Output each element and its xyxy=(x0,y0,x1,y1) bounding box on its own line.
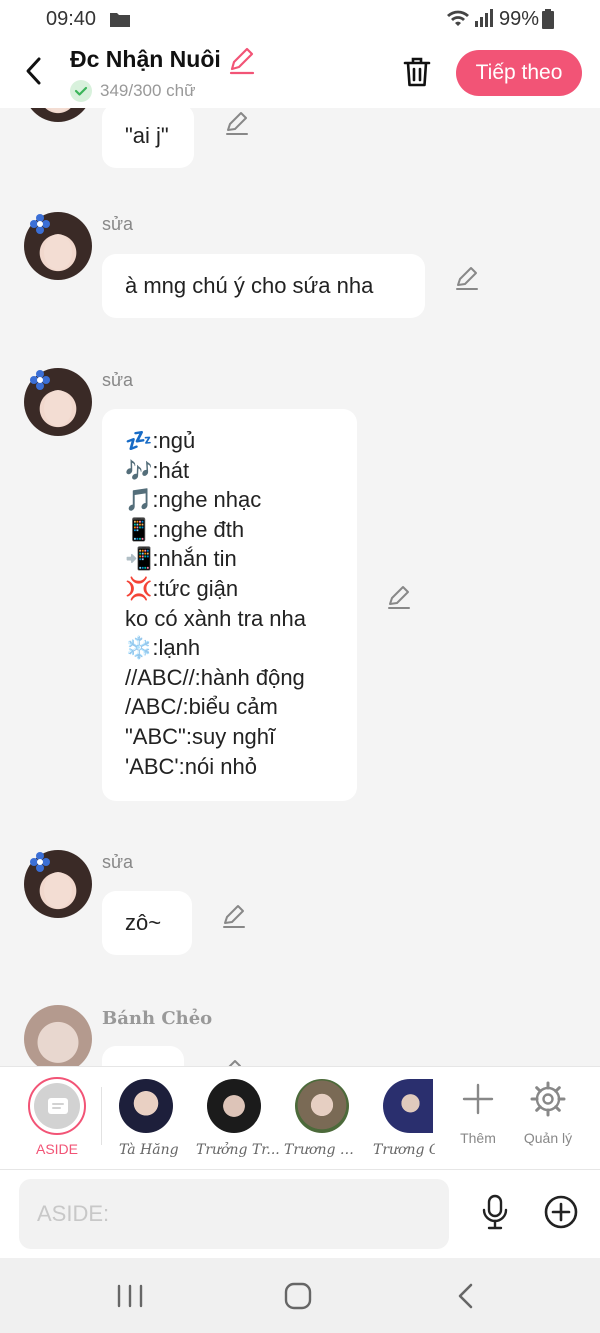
header: Đc Nhận Nuôi 349/300 chữ Tiếp theo xyxy=(0,40,600,108)
sender-name: sửa xyxy=(102,852,134,872)
flower-icon xyxy=(30,370,50,390)
flower-icon xyxy=(30,852,50,872)
wifi-icon xyxy=(447,10,469,26)
aside-icon xyxy=(48,1098,68,1114)
message-bubble[interactable]: 💤:ngủ 🎶:hát 🎵:nghe nhạc 📱:nghe đth 📲:nhắ… xyxy=(102,409,357,801)
message-line: 💤:ngủ xyxy=(125,428,196,453)
nav-back-icon[interactable] xyxy=(456,1282,476,1310)
mic-icon[interactable] xyxy=(480,1194,510,1230)
back-icon[interactable] xyxy=(20,56,48,86)
message-line: 📲:nhắn tin xyxy=(125,546,237,572)
signal-icon xyxy=(475,9,493,27)
message-line: ko có xành tra nha xyxy=(125,605,307,631)
page-title: Đc Nhận Nuôi xyxy=(70,46,221,72)
message-bubble[interactable]: zô~ xyxy=(102,891,192,955)
message-line: /ABC/:biểu cảm xyxy=(125,694,278,720)
message-input[interactable] xyxy=(19,1179,449,1249)
message-line: "ABC":suy nghĩ xyxy=(125,723,276,749)
avatar[interactable] xyxy=(24,1005,92,1066)
message-line: 🎶:hát xyxy=(125,457,190,483)
character-avatar[interactable] xyxy=(383,1079,433,1133)
next-button[interactable]: Tiếp theo xyxy=(456,50,582,96)
manage-label[interactable]: Quản lý xyxy=(518,1130,578,1146)
word-count: 349/300 chữ xyxy=(100,81,196,100)
more-label[interactable]: Thêm xyxy=(448,1130,508,1146)
message-line: 📱:nghe đth xyxy=(125,516,245,542)
sender-name: sửa xyxy=(102,214,134,234)
sender-name: sửa xyxy=(102,370,134,390)
message-bubble[interactable]: à mng chú ý cho sứa nha xyxy=(102,254,425,318)
message-line: 'ABC':nói nhỏ xyxy=(125,753,257,779)
message-bubble[interactable] xyxy=(102,1046,184,1066)
status-time: 09:40 xyxy=(46,8,97,30)
edit-pen-icon[interactable] xyxy=(454,265,480,291)
aside-label: ASIDE xyxy=(35,1141,78,1157)
flower-icon xyxy=(30,214,50,234)
message-bubble[interactable]: "ai j" xyxy=(102,108,194,168)
input-row xyxy=(0,1170,600,1258)
character-avatar[interactable] xyxy=(295,1079,349,1133)
avatar[interactable] xyxy=(24,108,92,122)
gear-icon[interactable] xyxy=(530,1081,566,1117)
edit-pen-icon[interactable] xyxy=(221,903,247,929)
message-line: ❄️:lạnh xyxy=(125,635,201,661)
character-name: Tà Hăng xyxy=(119,1142,179,1158)
add-circle-icon[interactable] xyxy=(543,1194,579,1230)
navigation-bar xyxy=(0,1258,600,1333)
aside-button[interactable] xyxy=(28,1077,86,1135)
character-name: Trương T... xyxy=(284,1142,358,1158)
status-bar: 09:40 99% xyxy=(0,0,600,40)
character-bar: ASIDE Tà Hăng Trưởng Tr... Trương T... T… xyxy=(0,1066,600,1170)
sender-name: Bánh Chẻo xyxy=(102,1008,213,1029)
message-line: 💢:tức giận xyxy=(125,575,239,601)
edit-pen-icon[interactable] xyxy=(218,1058,244,1066)
character-name: Trương C xyxy=(373,1142,435,1158)
plus-icon[interactable] xyxy=(462,1083,494,1115)
nav-home-icon[interactable] xyxy=(284,1282,312,1310)
battery-icon xyxy=(542,9,554,29)
character-avatar[interactable] xyxy=(119,1079,173,1133)
divider xyxy=(101,1087,102,1145)
nav-recent-icon[interactable] xyxy=(116,1284,144,1308)
pencil-icon[interactable] xyxy=(228,47,256,75)
edit-pen-icon[interactable] xyxy=(386,584,412,610)
folder-icon xyxy=(110,13,130,27)
check-icon xyxy=(70,80,92,102)
message-line: 🎵:nghe nhạc xyxy=(125,487,262,513)
edit-pen-icon[interactable] xyxy=(224,110,250,136)
battery-percent: 99% xyxy=(499,8,540,30)
character-avatar[interactable] xyxy=(207,1079,261,1133)
message-line: //ABC//:hành động xyxy=(125,664,305,690)
character-name: Trưởng Tr... xyxy=(196,1142,280,1158)
chat-area[interactable]: "ai j" sửa à mng chú ý cho sứa nha sửa 💤… xyxy=(0,108,600,1066)
trash-icon[interactable] xyxy=(400,55,434,89)
